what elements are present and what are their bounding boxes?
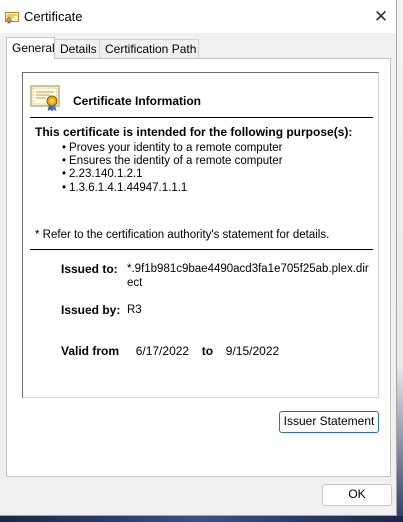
desktop-background-right (397, 0, 403, 522)
certificate-dialog: Certificate ✕ Details Certification Path… (0, 0, 397, 516)
issued-by-value[interactable]: R3 (127, 303, 142, 317)
tab-details[interactable]: Details (54, 39, 105, 58)
certificate-info-frame: Certificate Information This certificate… (22, 72, 379, 398)
desktop-background-bottom (0, 516, 403, 522)
purpose-item: Ensures the identity of a remote compute… (62, 155, 283, 168)
valid-from-date[interactable]: 6/17/2022 (136, 344, 189, 358)
tab-general[interactable]: General (6, 37, 55, 59)
valid-to-date[interactable]: 9/15/2022 (226, 344, 279, 358)
refer-note: * Refer to the certification authority's… (35, 229, 330, 241)
window-title: Certificate (24, 9, 83, 24)
certificate-information-heading: Certificate Information (73, 94, 202, 108)
ok-button[interactable]: OK (322, 484, 392, 506)
purpose-item: 1.3.6.1.4.1.44947.1.1.1 (62, 182, 283, 195)
title-bar[interactable]: Certificate ✕ (0, 0, 396, 33)
purpose-heading: This certificate is intended for the fol… (35, 125, 353, 139)
valid-from-label: Valid from (61, 344, 120, 358)
purpose-item: 2.23.140.1.2.1 (62, 168, 283, 181)
issuer-statement-button[interactable]: Issuer Statement (279, 411, 379, 433)
issued-to-label: Issued to: (61, 262, 118, 276)
issued-by-label: Issued by: (61, 303, 121, 317)
divider (30, 249, 373, 250)
tab-certification-path[interactable]: Certification Path (99, 39, 199, 58)
certificate-ribbon-icon (30, 84, 62, 112)
purpose-item: Proves your identity to a remote compute… (62, 142, 283, 155)
validity-row: Valid from 6/17/2022 to 9/15/2022 (61, 344, 279, 358)
divider (30, 117, 373, 118)
valid-to-label: to (201, 344, 214, 358)
close-icon[interactable]: ✕ (366, 0, 396, 33)
issued-to-value[interactable]: *.9f1b981c9bae4490acd3fa1e705f25ab.plex.… (127, 262, 375, 290)
certificate-icon (5, 10, 19, 24)
purpose-list: Proves your identity to a remote compute… (62, 142, 283, 195)
